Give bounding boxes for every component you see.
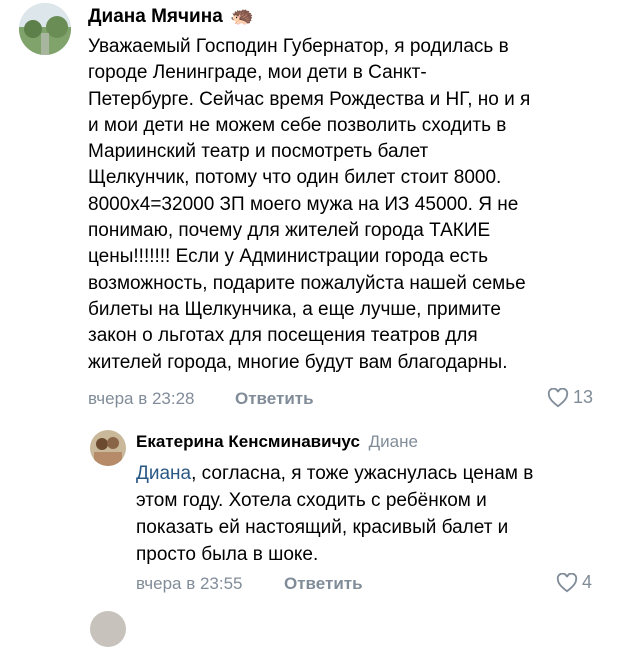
- reply-author-name[interactable]: Екатерина Кенсминавичус: [136, 432, 360, 451]
- author-name[interactable]: Диана Мячина: [88, 6, 223, 27]
- reply-button[interactable]: Ответить: [235, 389, 314, 409]
- heart-icon: [547, 387, 569, 407]
- comment-time[interactable]: вчера в 23:28: [88, 389, 195, 409]
- comment-text: Уважаемый Господин Губернатор, я родилас…: [88, 36, 531, 373]
- like-button[interactable]: 13: [547, 387, 593, 408]
- comment: Диана Мячина 🦔 Уважаемый Господин Губерн…: [0, 0, 619, 420]
- comment-author[interactable]: Диана Мячина 🦔: [88, 4, 254, 28]
- reply-comment: Екатерина Кенсминавичус Диане Диана, сог…: [0, 420, 619, 600]
- reply-avatar[interactable]: [90, 430, 126, 466]
- next-reply-avatar[interactable]: [90, 611, 126, 647]
- avatar-photo-icon: [90, 430, 126, 466]
- mention-link[interactable]: Диана: [136, 463, 191, 484]
- avatar[interactable]: [19, 3, 71, 55]
- reply-time[interactable]: вчера в 23:55: [136, 574, 243, 594]
- reply-author: Екатерина Кенсминавичус Диане: [136, 432, 418, 452]
- like-count: 13: [573, 387, 594, 407]
- reply-body: , согласна, я тоже ужаснулась ценам в эт…: [136, 463, 534, 565]
- avatar-photo-icon: [19, 3, 71, 55]
- reply-text: Диана, согласна, я тоже ужаснулась ценам…: [136, 460, 606, 568]
- heart-icon: [556, 572, 578, 592]
- hedgehog-emoji: 🦔: [230, 6, 254, 27]
- reply-like-count: 4: [582, 572, 593, 592]
- reply-reply-button[interactable]: Ответить: [284, 574, 363, 594]
- reply-like-button[interactable]: 4: [556, 572, 592, 593]
- reply-addressee[interactable]: Диане: [369, 432, 418, 451]
